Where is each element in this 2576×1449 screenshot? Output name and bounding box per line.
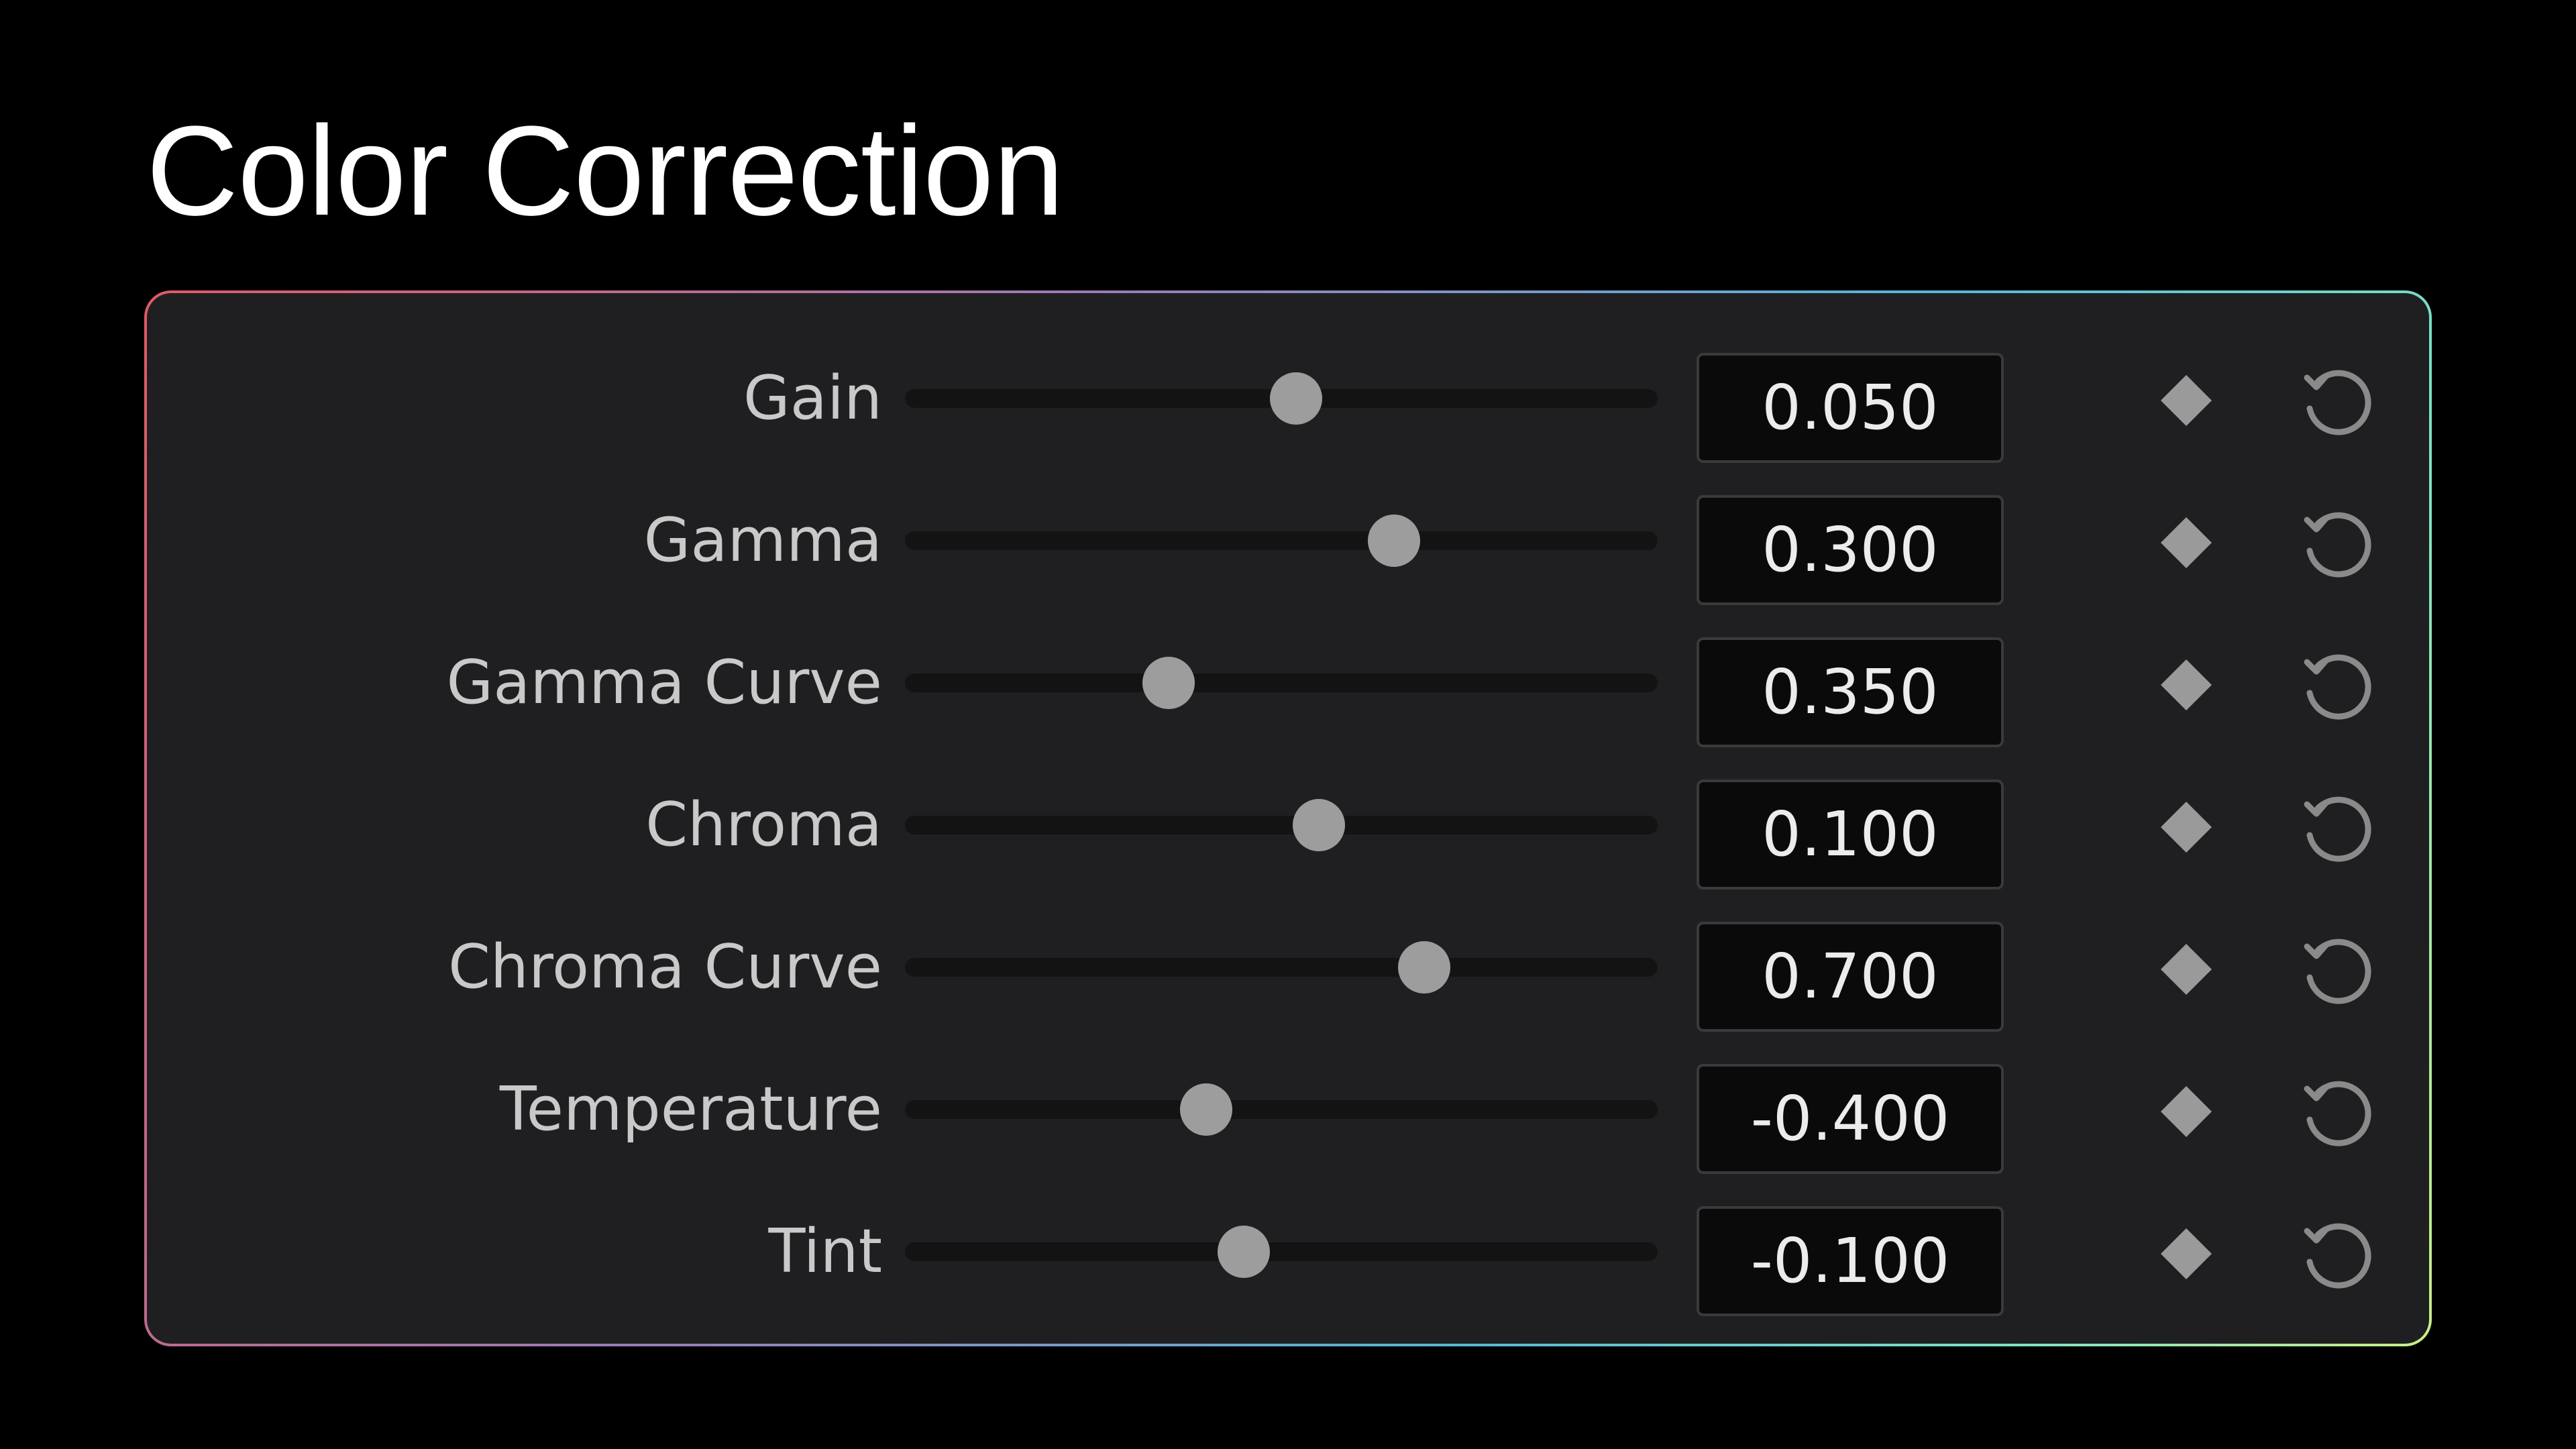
gain-label: Gain [743,363,882,433]
tint-value-field[interactable]: -0.100 [1697,1206,2004,1316]
reset-icon[interactable] [2294,502,2381,590]
diamond-icon[interactable] [2153,794,2220,861]
temperature-slider-track[interactable] [905,1100,1658,1119]
panel-body: Gain 0.050 Gamma 0.300 Gamma Curve 0.350 Chrom… [147,293,2429,1344]
control-row-gamma-curve: Gamma Curve 0.350 [147,626,2429,747]
gain-slider-handle[interactable] [1270,372,1323,425]
diamond-icon[interactable] [2153,936,2220,1003]
chroma-curve-value-field[interactable]: 0.700 [1697,922,2004,1032]
diamond-icon[interactable] [2153,509,2220,576]
gamma-slider-handle[interactable] [1368,515,1421,567]
gamma-curve-slider-handle[interactable] [1142,657,1195,709]
diamond-icon[interactable] [2153,1220,2220,1287]
color-correction-panel: Gain 0.050 Gamma 0.300 Gamma Curve 0.350 Chrom… [144,290,2432,1346]
chroma-slider-track[interactable] [905,816,1658,835]
tint-slider-track[interactable] [905,1242,1658,1261]
chroma-curve-slider-handle[interactable] [1398,941,1451,994]
tint-slider-handle[interactable] [1217,1226,1270,1278]
reset-icon[interactable] [2294,1071,2381,1159]
tint-label: Tint [768,1216,882,1287]
control-row-temperature: Temperature -0.400 [147,1053,2429,1174]
reset-icon[interactable] [2294,645,2381,732]
control-row-chroma: Chroma 0.100 [147,768,2429,890]
control-row-gamma: Gamma 0.300 [147,484,2429,605]
control-row-tint: Tint -0.100 [147,1195,2429,1316]
chroma-slider-handle[interactable] [1293,799,1346,851]
chroma-curve-label: Chroma Curve [448,932,882,1002]
temperature-slider-handle[interactable] [1179,1083,1232,1136]
control-row-gain: Gain 0.050 [147,341,2429,463]
chroma-curve-slider-track[interactable] [905,958,1658,977]
gain-value-field[interactable]: 0.050 [1697,353,2004,463]
diamond-icon[interactable] [2153,1078,2220,1145]
page-title: Color Correction [146,100,1064,242]
chroma-label: Chroma [645,790,882,860]
reset-icon[interactable] [2294,929,2381,1016]
reset-icon[interactable] [2294,787,2381,874]
diamond-icon[interactable] [2153,367,2220,434]
diamond-icon[interactable] [2153,651,2220,718]
gamma-curve-label: Gamma Curve [446,647,882,718]
reset-icon[interactable] [2294,360,2381,447]
gamma-slider-track[interactable] [905,531,1658,550]
gamma-value-field[interactable]: 0.300 [1697,495,2004,605]
chroma-value-field[interactable]: 0.100 [1697,780,2004,890]
gamma-label: Gamma [643,505,882,576]
reset-icon[interactable] [2294,1214,2381,1301]
gamma-curve-value-field[interactable]: 0.350 [1697,637,2004,747]
gamma-curve-slider-track[interactable] [905,674,1658,692]
control-row-chroma-curve: Chroma Curve 0.700 [147,910,2429,1032]
temperature-value-field[interactable]: -0.400 [1697,1064,2004,1174]
temperature-label: Temperature [499,1074,882,1144]
